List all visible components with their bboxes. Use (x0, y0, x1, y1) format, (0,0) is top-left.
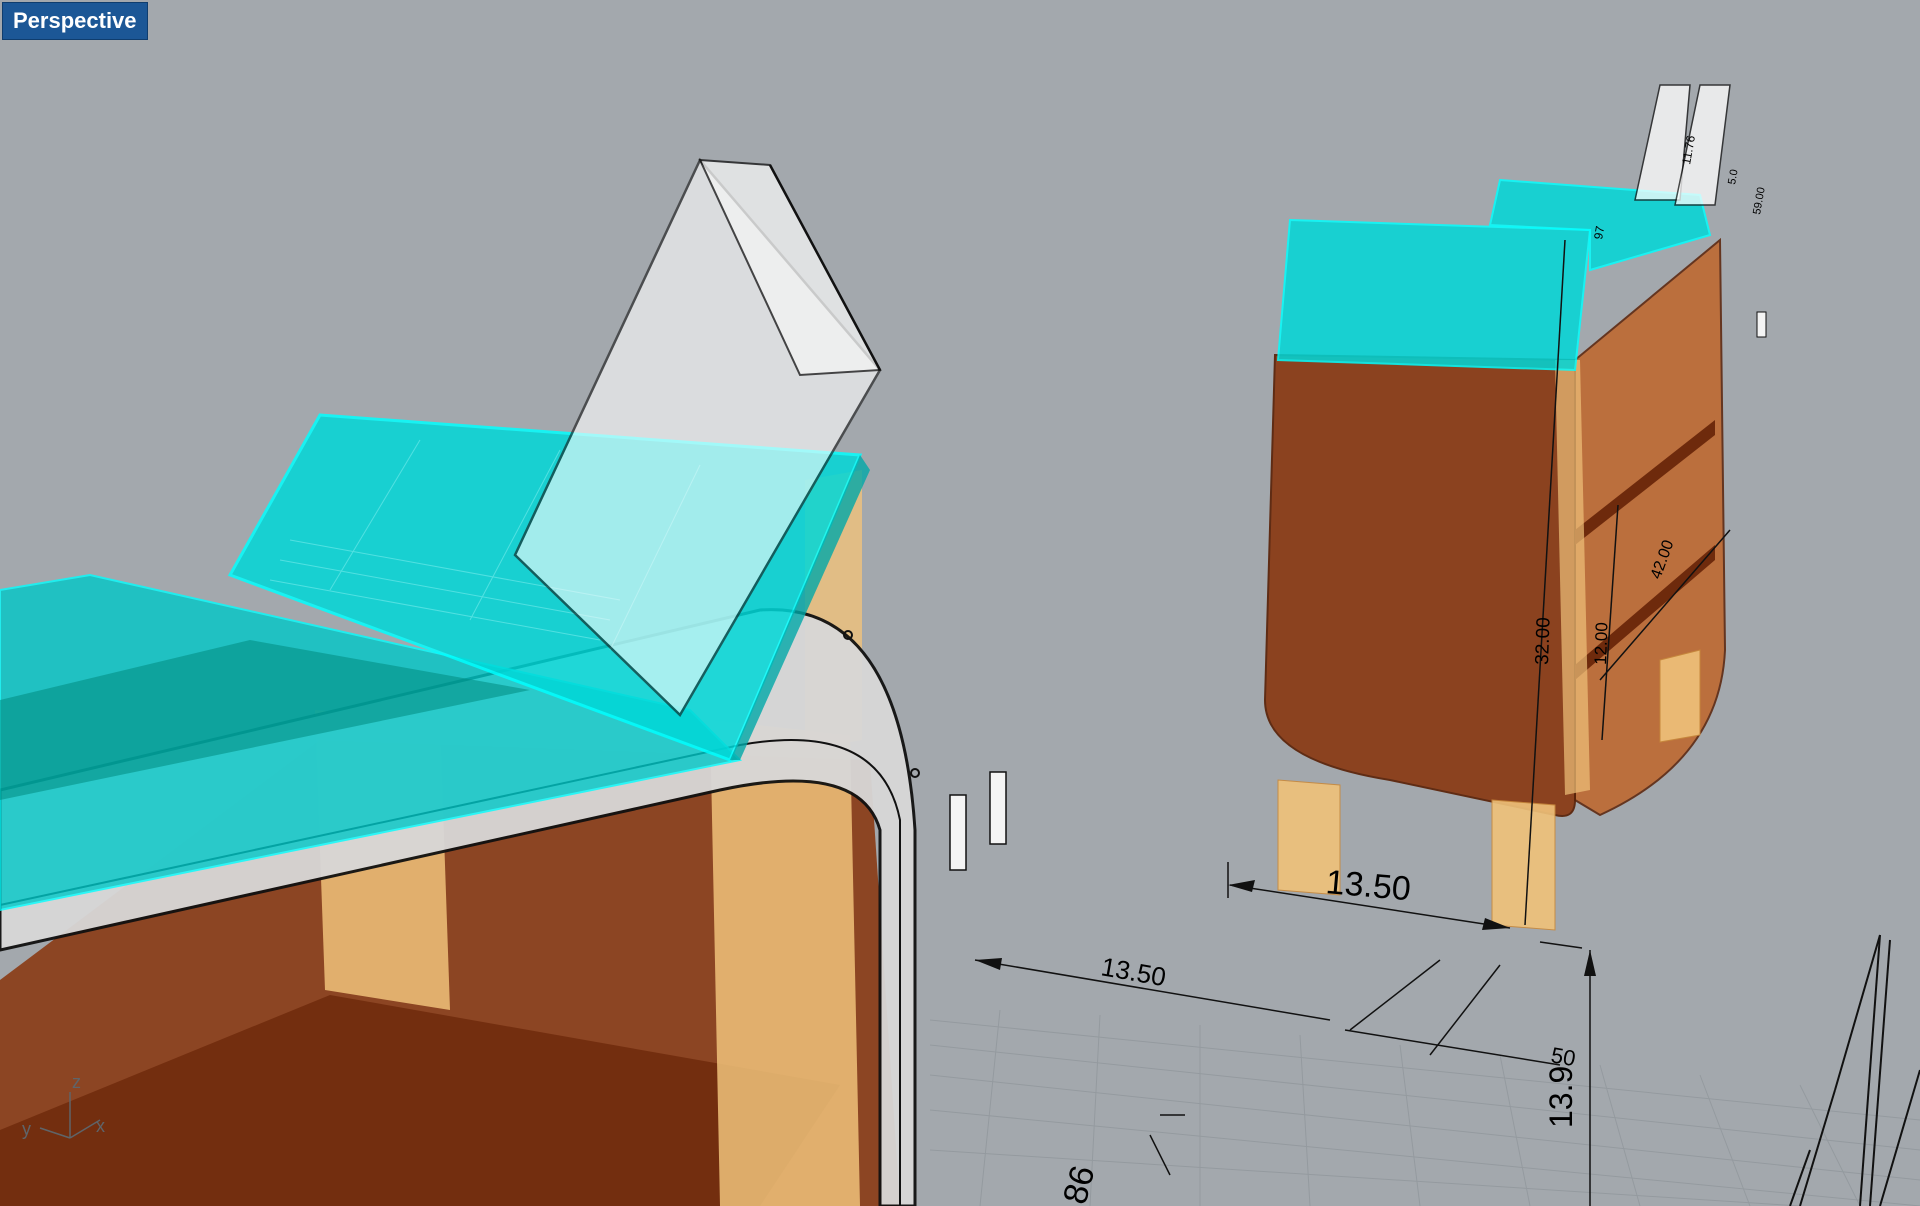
dim-floor-width: 13.50 (1099, 951, 1168, 992)
near-cabinet[interactable] (0, 157, 1007, 1206)
far-dim-top-4: 97 (1591, 225, 1607, 241)
dim-floor-bottom: 86 (1056, 1162, 1102, 1206)
far-glass-top (1276, 218, 1592, 372)
edge-wireframe-object (1789, 934, 1920, 1206)
far-small-block (1756, 311, 1767, 338)
far-cabinet-side (1574, 237, 1727, 817)
far-leg-front-right (1491, 799, 1556, 931)
near-dowel-2 (989, 771, 1007, 845)
far-dim-height: 32.00 (1532, 617, 1555, 665)
far-leg-back-right (1659, 649, 1701, 743)
dim-cabinet-width: 13.50 (1324, 863, 1412, 908)
axis-y-label: y (22, 1119, 31, 1139)
near-post-right (710, 720, 860, 1206)
far-cabinet-body (1263, 353, 1576, 817)
model-scene[interactable]: 32.00 12.00 42.00 11.76 59.00 5.0 97 13.… (0, 0, 1920, 1206)
near-dowel-1 (949, 794, 967, 871)
near-rail-hole-2 (910, 768, 920, 778)
far-dim-shelf: 12.00 (1591, 622, 1611, 665)
far-dim-top-2: 59.00 (1751, 186, 1768, 215)
dim-floor-height: 13.9 (1543, 1066, 1579, 1128)
far-dim-top-3: 5.0 (1726, 168, 1740, 185)
far-cabinet[interactable]: 32.00 12.00 42.00 11.76 59.00 5.0 97 (1263, 84, 1768, 931)
perspective-viewport[interactable]: 32.00 12.00 42.00 11.76 59.00 5.0 97 13.… (0, 0, 1920, 1206)
axis-x-label: x (96, 1116, 105, 1136)
axis-z-label: z (72, 1072, 81, 1092)
viewport-title-tab[interactable]: Perspective (2, 2, 148, 40)
